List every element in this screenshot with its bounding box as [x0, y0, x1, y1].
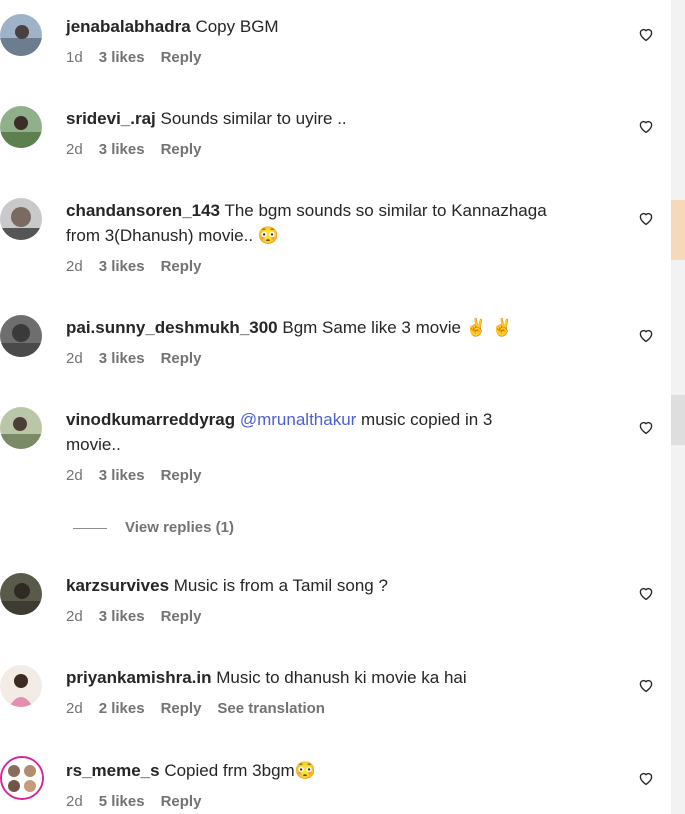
avatar[interactable] — [0, 106, 42, 148]
comment-text: Copy BGM — [195, 17, 279, 36]
comment-time: 2d — [66, 467, 83, 484]
comment-text-continued: movie.. — [66, 435, 121, 454]
comment-time: 1d — [66, 49, 83, 66]
comment-text: Music to dhanush ki movie ka hai — [216, 668, 467, 687]
heart-outline-icon[interactable] — [637, 25, 655, 43]
avatar[interactable] — [0, 198, 42, 240]
likes-count[interactable]: 5 likes — [99, 793, 145, 810]
reply-button[interactable]: Reply — [161, 793, 202, 810]
reply-button[interactable]: Reply — [161, 700, 202, 717]
reply-button[interactable]: Reply — [161, 258, 202, 275]
comment-text: Copied frm 3bgm — [164, 761, 295, 780]
comment-time: 2d — [66, 793, 83, 810]
comment-text: Music is from a Tamil song ? — [173, 576, 388, 595]
comment-username[interactable]: karzsurvives — [66, 576, 169, 595]
likes-count[interactable]: 3 likes — [99, 467, 145, 484]
likes-count[interactable]: 3 likes — [99, 141, 145, 158]
comment-username[interactable]: vinodkumarreddyrag — [66, 410, 235, 429]
comment-time: 2d — [66, 350, 83, 367]
flushed-face-emoji: 😳 — [257, 226, 279, 245]
likes-count[interactable]: 3 likes — [99, 608, 145, 625]
mention-link[interactable]: @mrunalthakur — [240, 410, 356, 429]
heart-outline-icon[interactable] — [637, 418, 655, 436]
comment-username[interactable]: rs_meme_s — [66, 761, 160, 780]
comment-username[interactable]: jenabalabhadra — [66, 17, 191, 36]
likes-count[interactable]: 2 likes — [99, 700, 145, 717]
flushed-face-emoji: 😳 — [294, 761, 316, 780]
heart-outline-icon[interactable] — [637, 326, 655, 344]
see-translation-button[interactable]: See translation — [217, 700, 325, 717]
background-video-edge — [671, 0, 685, 814]
comment-time: 2d — [66, 141, 83, 158]
likes-count[interactable]: 3 likes — [99, 350, 145, 367]
view-replies-button[interactable]: View replies (1) — [73, 519, 234, 536]
comment-text: The bgm sounds so similar to Kannazhaga — [224, 201, 547, 220]
heart-outline-icon[interactable] — [637, 117, 655, 135]
comment-username[interactable]: sridevi_.raj — [66, 109, 156, 128]
reply-button[interactable]: Reply — [161, 608, 202, 625]
comment-text: Sounds similar to uyire .. — [160, 109, 347, 128]
reply-button[interactable]: Reply — [161, 350, 202, 367]
comment-username[interactable]: priyankamishra.in — [66, 668, 212, 687]
avatar[interactable] — [0, 665, 42, 707]
comment-time: 2d — [66, 258, 83, 275]
likes-count[interactable]: 3 likes — [99, 49, 145, 66]
victory-hand-emoji: ✌️ ✌️ — [465, 318, 513, 337]
avatar[interactable] — [0, 756, 44, 800]
avatar[interactable] — [0, 407, 42, 449]
comment-text: Bgm Same like 3 movie — [282, 318, 461, 337]
avatar[interactable] — [0, 315, 42, 357]
heart-outline-icon[interactable] — [637, 676, 655, 694]
heart-outline-icon[interactable] — [637, 584, 655, 602]
comment-text: music copied in 3 — [361, 410, 493, 429]
heart-outline-icon[interactable] — [637, 769, 655, 787]
avatar[interactable] — [0, 573, 42, 615]
comment-time: 2d — [66, 608, 83, 625]
reply-button[interactable]: Reply — [161, 49, 202, 66]
comment-text-continued: from 3(Dhanush) movie.. — [66, 226, 254, 245]
avatar[interactable] — [0, 14, 42, 56]
view-replies-label: View replies (1) — [125, 519, 234, 536]
reply-button[interactable]: Reply — [161, 141, 202, 158]
heart-outline-icon[interactable] — [637, 209, 655, 227]
comment-time: 2d — [66, 700, 83, 717]
comment-username[interactable]: chandansoren_143 — [66, 201, 220, 220]
likes-count[interactable]: 3 likes — [99, 258, 145, 275]
comment-username[interactable]: pai.sunny_deshmukh_300 — [66, 318, 278, 337]
reply-button[interactable]: Reply — [161, 467, 202, 484]
divider — [73, 527, 107, 529]
